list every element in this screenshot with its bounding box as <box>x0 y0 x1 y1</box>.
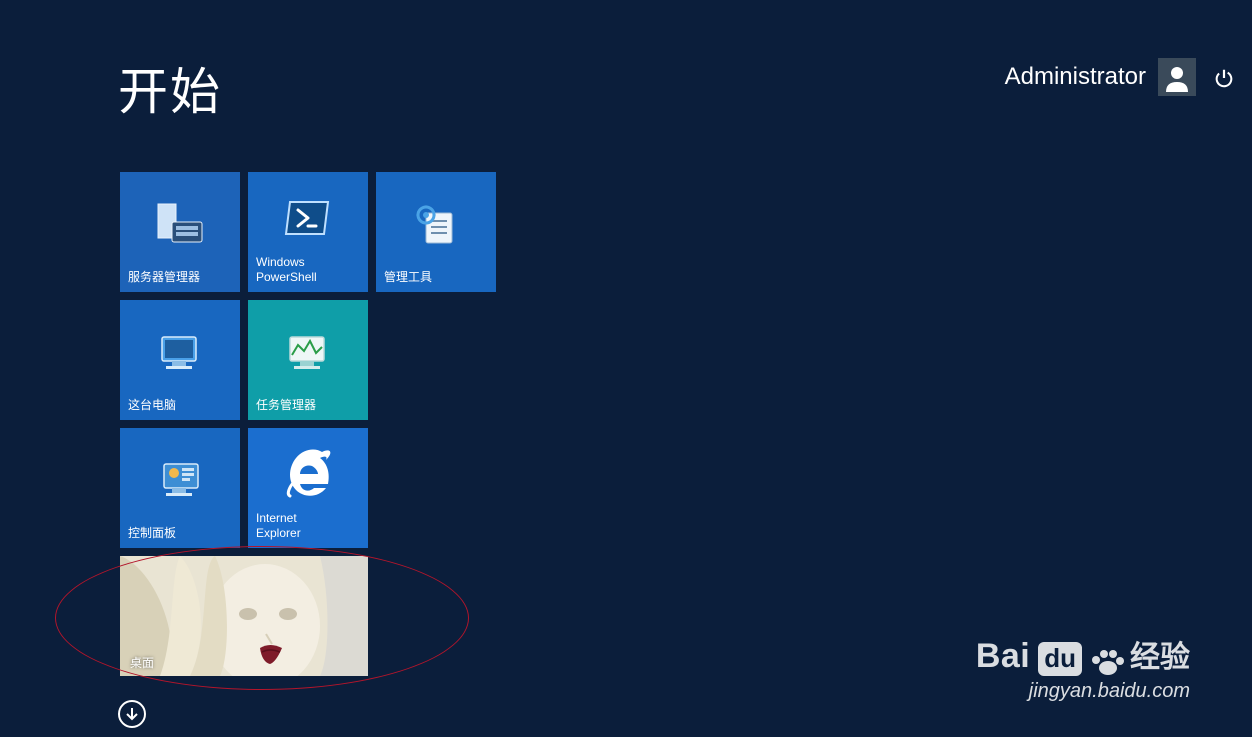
watermark-brand-box: du <box>1038 642 1082 676</box>
tile-label: 管理工具 <box>384 270 488 284</box>
watermark-url: jingyan.baidu.com <box>976 680 1190 703</box>
tile-label: 任务管理器 <box>256 398 360 412</box>
tile-label: 桌面 <box>130 656 154 670</box>
all-apps-button[interactable] <box>118 700 146 728</box>
tile-powershell[interactable]: Windows PowerShell <box>248 172 368 292</box>
server-manager-icon <box>128 180 232 270</box>
paw-icon <box>1090 648 1124 676</box>
watermark: Baidu 经验 jingyan.baidu.com <box>976 632 1190 703</box>
watermark-brand-prefix: Bai <box>976 637 1030 676</box>
username-label: Administrator <box>1005 63 1146 91</box>
tile-this-pc[interactable]: 这台电脑 <box>120 300 240 420</box>
user-account-button[interactable]: Administrator <box>1005 58 1196 96</box>
this-pc-icon <box>128 308 232 398</box>
power-icon <box>1213 67 1235 89</box>
powershell-icon <box>256 180 360 255</box>
start-tiles-grid: 服务器管理器 Windows PowerShell 管理工具 <box>120 172 496 676</box>
tile-admin-tools[interactable]: 管理工具 <box>376 172 496 292</box>
tile-desktop[interactable]: 桌面 <box>120 556 368 676</box>
admin-tools-icon <box>384 180 488 270</box>
tile-spacer <box>376 300 496 420</box>
tile-internet-explorer[interactable]: Internet Explorer <box>248 428 368 548</box>
task-manager-icon <box>256 308 360 398</box>
tile-task-manager[interactable]: 任务管理器 <box>248 300 368 420</box>
tile-label: Internet Explorer <box>256 511 360 540</box>
tile-server-manager[interactable]: 服务器管理器 <box>120 172 240 292</box>
control-panel-icon <box>128 436 232 526</box>
user-avatar-icon <box>1158 58 1196 96</box>
tile-control-panel[interactable]: 控制面板 <box>120 428 240 548</box>
start-title: 开始 <box>118 52 222 124</box>
ie-icon <box>256 436 360 511</box>
arrow-down-icon <box>125 707 139 721</box>
tile-label: Windows PowerShell <box>256 255 360 284</box>
tile-label: 控制面板 <box>128 526 232 540</box>
desktop-wallpaper-icon <box>120 556 368 676</box>
tile-spacer <box>376 428 496 548</box>
power-button[interactable] <box>1210 64 1238 92</box>
tile-label: 服务器管理器 <box>128 270 232 284</box>
tile-label: 这台电脑 <box>128 398 232 412</box>
watermark-brand-suffix: 经验 <box>1130 632 1190 676</box>
